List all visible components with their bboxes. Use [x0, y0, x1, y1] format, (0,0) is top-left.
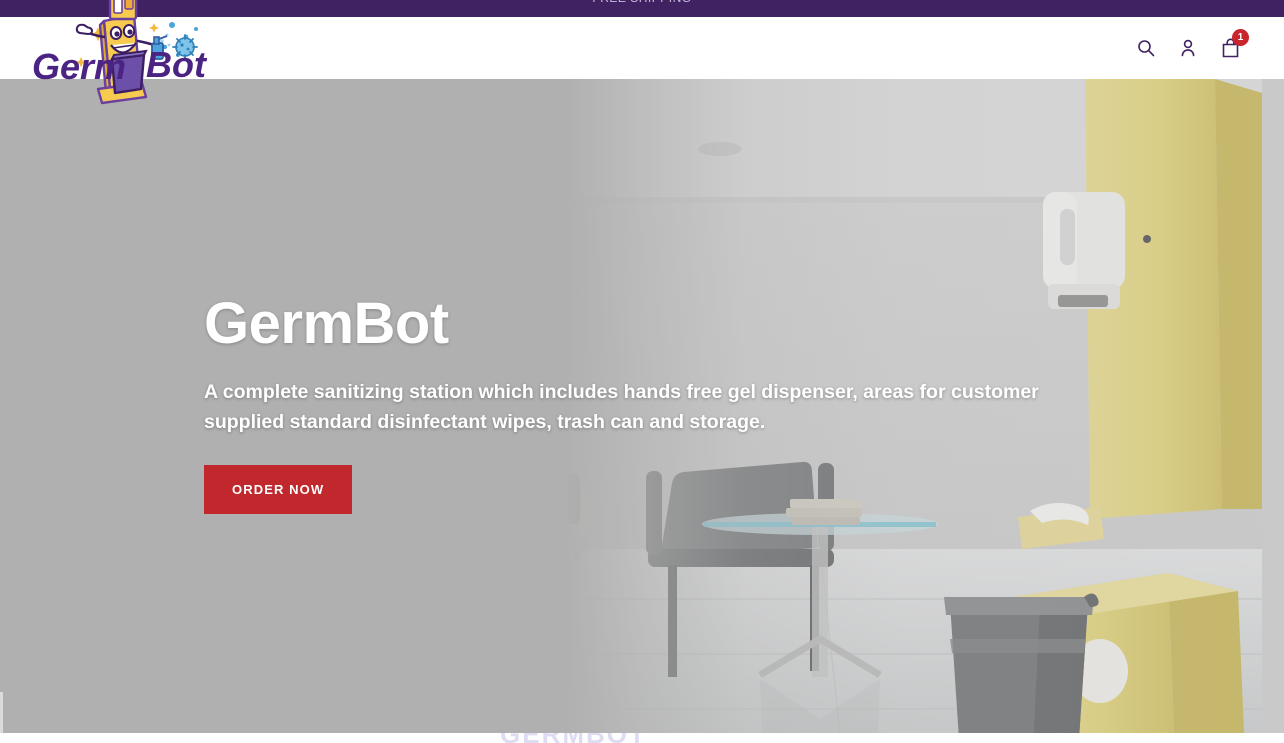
hero-slideshow: GermBot A complete sanitizing station wh…	[0, 79, 1284, 733]
left-edge-strip	[0, 692, 3, 733]
svg-text:Bot: Bot	[146, 44, 208, 85]
header-actions: 1	[1134, 17, 1249, 79]
svg-text:Germ: Germ	[32, 46, 126, 87]
hero-content: GermBot A complete sanitizing station wh…	[204, 291, 1104, 515]
search-button[interactable]	[1134, 36, 1158, 60]
page-root: FREE SHIPPING	[0, 0, 1284, 743]
cart-count-badge: 1	[1232, 29, 1249, 46]
account-button[interactable]	[1176, 36, 1200, 60]
site-logo[interactable]: Germ Bot	[26, 0, 216, 115]
below-fold-section: GERMBOT	[0, 733, 1284, 743]
below-fold-teaser: GERMBOT	[500, 733, 647, 743]
account-icon	[1178, 38, 1198, 58]
search-icon	[1136, 38, 1156, 58]
order-now-button[interactable]: ORDER NOW	[204, 465, 353, 515]
cart-button[interactable]: 1	[1218, 29, 1249, 60]
hero-title: GermBot	[204, 291, 449, 356]
hero-subtitle: A complete sanitizing station which incl…	[204, 380, 1039, 434]
